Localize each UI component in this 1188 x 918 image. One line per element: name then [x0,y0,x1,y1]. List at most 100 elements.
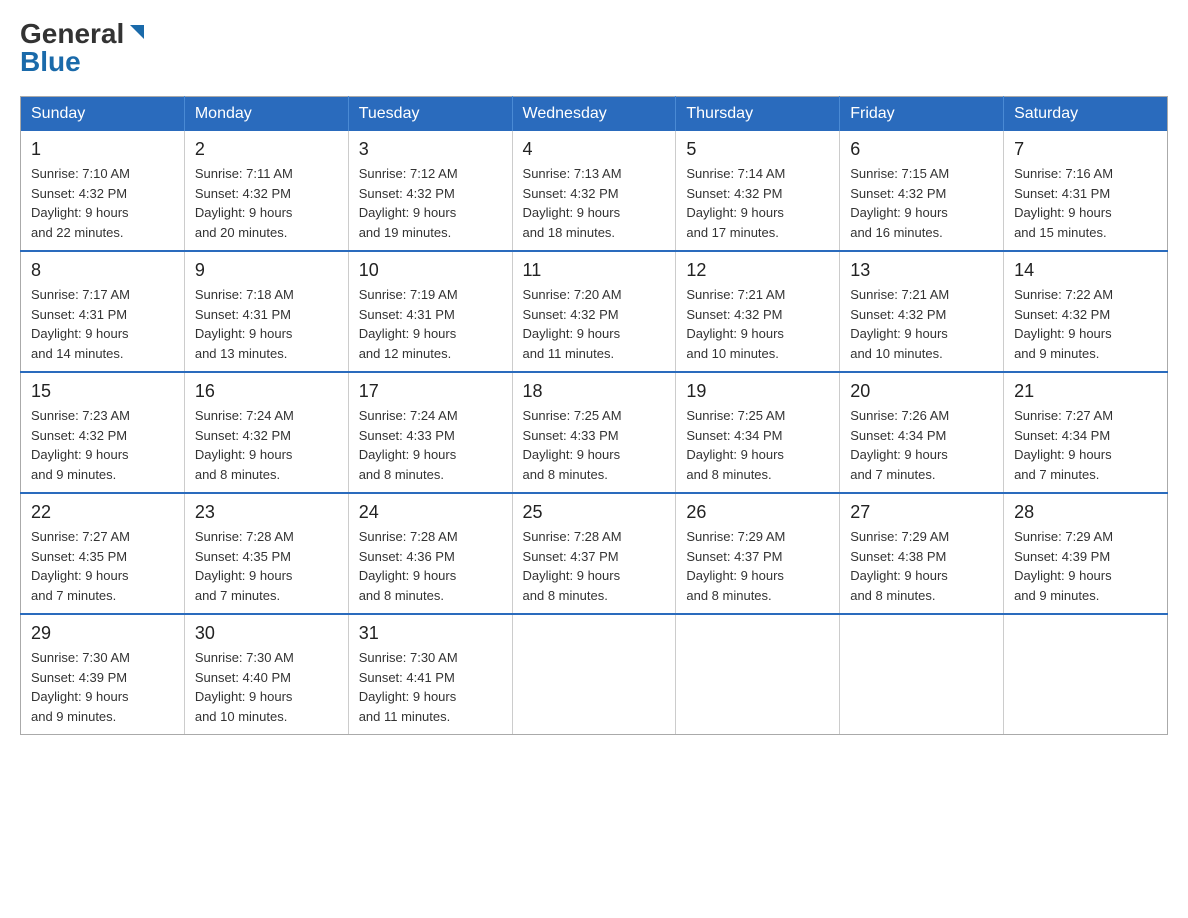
day-number: 17 [359,381,502,402]
day-info: Sunrise: 7:30 AM Sunset: 4:40 PM Dayligh… [195,648,338,726]
page-header: General Blue [20,20,1168,76]
logo: General Blue [20,20,148,76]
day-number: 15 [31,381,174,402]
day-number: 14 [1014,260,1157,281]
calendar-cell [512,614,676,735]
day-number: 26 [686,502,829,523]
calendar-cell: 3 Sunrise: 7:12 AM Sunset: 4:32 PM Dayli… [348,131,512,251]
calendar-cell: 17 Sunrise: 7:24 AM Sunset: 4:33 PM Dayl… [348,372,512,493]
day-number: 31 [359,623,502,644]
day-info: Sunrise: 7:27 AM Sunset: 4:34 PM Dayligh… [1014,406,1157,484]
calendar-cell: 15 Sunrise: 7:23 AM Sunset: 4:32 PM Dayl… [21,372,185,493]
calendar-header-row: SundayMondayTuesdayWednesdayThursdayFrid… [21,97,1168,132]
calendar-week-row: 29 Sunrise: 7:30 AM Sunset: 4:39 PM Dayl… [21,614,1168,735]
calendar-table: SundayMondayTuesdayWednesdayThursdayFrid… [20,96,1168,735]
day-info: Sunrise: 7:14 AM Sunset: 4:32 PM Dayligh… [686,164,829,242]
day-info: Sunrise: 7:22 AM Sunset: 4:32 PM Dayligh… [1014,285,1157,363]
day-of-week-header: Saturday [1004,97,1168,132]
calendar-cell: 20 Sunrise: 7:26 AM Sunset: 4:34 PM Dayl… [840,372,1004,493]
day-info: Sunrise: 7:24 AM Sunset: 4:33 PM Dayligh… [359,406,502,484]
day-info: Sunrise: 7:30 AM Sunset: 4:41 PM Dayligh… [359,648,502,726]
day-number: 9 [195,260,338,281]
day-number: 19 [686,381,829,402]
day-number: 21 [1014,381,1157,402]
day-info: Sunrise: 7:17 AM Sunset: 4:31 PM Dayligh… [31,285,174,363]
day-info: Sunrise: 7:13 AM Sunset: 4:32 PM Dayligh… [523,164,666,242]
calendar-cell: 10 Sunrise: 7:19 AM Sunset: 4:31 PM Dayl… [348,251,512,372]
day-of-week-header: Monday [184,97,348,132]
day-number: 10 [359,260,502,281]
logo-triangle-icon [126,21,148,43]
calendar-week-row: 22 Sunrise: 7:27 AM Sunset: 4:35 PM Dayl… [21,493,1168,614]
day-number: 7 [1014,139,1157,160]
calendar-cell [1004,614,1168,735]
calendar-cell: 7 Sunrise: 7:16 AM Sunset: 4:31 PM Dayli… [1004,131,1168,251]
day-number: 4 [523,139,666,160]
calendar-cell: 18 Sunrise: 7:25 AM Sunset: 4:33 PM Dayl… [512,372,676,493]
day-info: Sunrise: 7:24 AM Sunset: 4:32 PM Dayligh… [195,406,338,484]
day-info: Sunrise: 7:21 AM Sunset: 4:32 PM Dayligh… [850,285,993,363]
day-of-week-header: Thursday [676,97,840,132]
calendar-cell: 1 Sunrise: 7:10 AM Sunset: 4:32 PM Dayli… [21,131,185,251]
day-number: 5 [686,139,829,160]
calendar-cell: 4 Sunrise: 7:13 AM Sunset: 4:32 PM Dayli… [512,131,676,251]
day-number: 20 [850,381,993,402]
calendar-cell: 31 Sunrise: 7:30 AM Sunset: 4:41 PM Dayl… [348,614,512,735]
calendar-cell: 9 Sunrise: 7:18 AM Sunset: 4:31 PM Dayli… [184,251,348,372]
calendar-cell: 23 Sunrise: 7:28 AM Sunset: 4:35 PM Dayl… [184,493,348,614]
day-info: Sunrise: 7:21 AM Sunset: 4:32 PM Dayligh… [686,285,829,363]
calendar-cell: 6 Sunrise: 7:15 AM Sunset: 4:32 PM Dayli… [840,131,1004,251]
day-number: 29 [31,623,174,644]
day-number: 2 [195,139,338,160]
day-number: 22 [31,502,174,523]
calendar-cell: 13 Sunrise: 7:21 AM Sunset: 4:32 PM Dayl… [840,251,1004,372]
calendar-cell: 24 Sunrise: 7:28 AM Sunset: 4:36 PM Dayl… [348,493,512,614]
day-info: Sunrise: 7:19 AM Sunset: 4:31 PM Dayligh… [359,285,502,363]
calendar-week-row: 15 Sunrise: 7:23 AM Sunset: 4:32 PM Dayl… [21,372,1168,493]
calendar-cell: 22 Sunrise: 7:27 AM Sunset: 4:35 PM Dayl… [21,493,185,614]
day-number: 12 [686,260,829,281]
logo-blue-text: Blue [20,48,81,76]
calendar-cell: 21 Sunrise: 7:27 AM Sunset: 4:34 PM Dayl… [1004,372,1168,493]
day-info: Sunrise: 7:12 AM Sunset: 4:32 PM Dayligh… [359,164,502,242]
calendar-week-row: 1 Sunrise: 7:10 AM Sunset: 4:32 PM Dayli… [21,131,1168,251]
day-number: 24 [359,502,502,523]
day-info: Sunrise: 7:28 AM Sunset: 4:36 PM Dayligh… [359,527,502,605]
calendar-cell [840,614,1004,735]
day-number: 6 [850,139,993,160]
logo-general-text: General [20,20,124,48]
day-info: Sunrise: 7:26 AM Sunset: 4:34 PM Dayligh… [850,406,993,484]
day-number: 27 [850,502,993,523]
calendar-cell: 11 Sunrise: 7:20 AM Sunset: 4:32 PM Dayl… [512,251,676,372]
day-number: 18 [523,381,666,402]
day-of-week-header: Friday [840,97,1004,132]
day-number: 8 [31,260,174,281]
day-info: Sunrise: 7:25 AM Sunset: 4:33 PM Dayligh… [523,406,666,484]
day-info: Sunrise: 7:15 AM Sunset: 4:32 PM Dayligh… [850,164,993,242]
day-of-week-header: Tuesday [348,97,512,132]
day-of-week-header: Sunday [21,97,185,132]
calendar-cell: 27 Sunrise: 7:29 AM Sunset: 4:38 PM Dayl… [840,493,1004,614]
day-info: Sunrise: 7:18 AM Sunset: 4:31 PM Dayligh… [195,285,338,363]
day-number: 30 [195,623,338,644]
day-number: 1 [31,139,174,160]
day-info: Sunrise: 7:11 AM Sunset: 4:32 PM Dayligh… [195,164,338,242]
day-info: Sunrise: 7:28 AM Sunset: 4:35 PM Dayligh… [195,527,338,605]
day-number: 16 [195,381,338,402]
calendar-cell: 16 Sunrise: 7:24 AM Sunset: 4:32 PM Dayl… [184,372,348,493]
day-info: Sunrise: 7:20 AM Sunset: 4:32 PM Dayligh… [523,285,666,363]
calendar-cell: 26 Sunrise: 7:29 AM Sunset: 4:37 PM Dayl… [676,493,840,614]
day-info: Sunrise: 7:10 AM Sunset: 4:32 PM Dayligh… [31,164,174,242]
day-info: Sunrise: 7:29 AM Sunset: 4:38 PM Dayligh… [850,527,993,605]
day-info: Sunrise: 7:30 AM Sunset: 4:39 PM Dayligh… [31,648,174,726]
day-info: Sunrise: 7:29 AM Sunset: 4:39 PM Dayligh… [1014,527,1157,605]
calendar-cell [676,614,840,735]
calendar-cell: 25 Sunrise: 7:28 AM Sunset: 4:37 PM Dayl… [512,493,676,614]
day-number: 13 [850,260,993,281]
day-info: Sunrise: 7:27 AM Sunset: 4:35 PM Dayligh… [31,527,174,605]
calendar-cell: 29 Sunrise: 7:30 AM Sunset: 4:39 PM Dayl… [21,614,185,735]
day-info: Sunrise: 7:16 AM Sunset: 4:31 PM Dayligh… [1014,164,1157,242]
day-number: 23 [195,502,338,523]
day-info: Sunrise: 7:28 AM Sunset: 4:37 PM Dayligh… [523,527,666,605]
day-number: 25 [523,502,666,523]
